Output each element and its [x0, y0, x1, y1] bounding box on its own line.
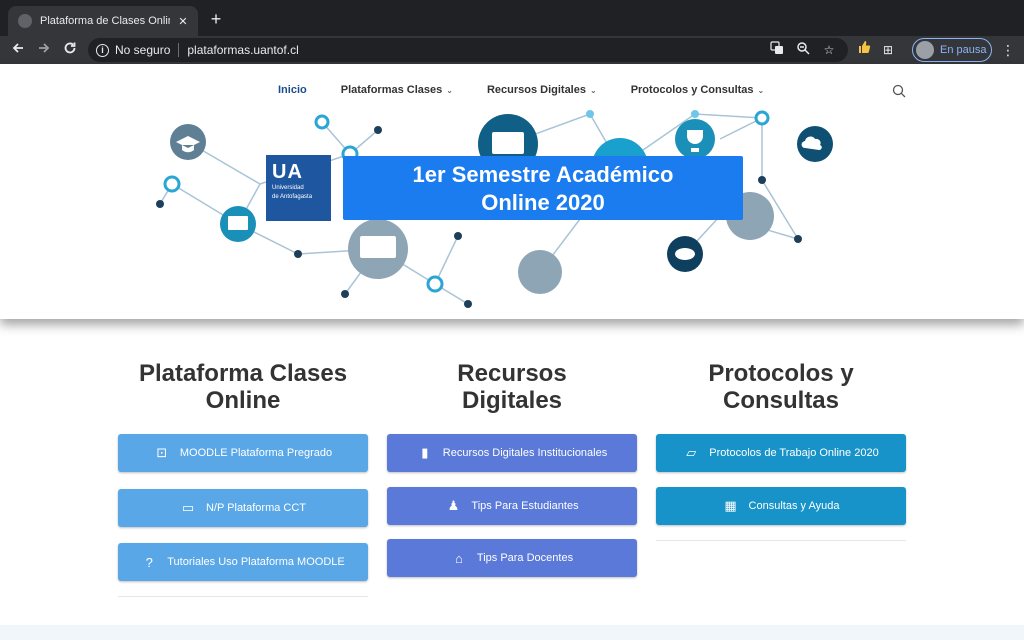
logo-line-1: Universidad — [272, 185, 304, 191]
translate-icon[interactable] — [768, 41, 786, 59]
protocolos-trabajo-button[interactable]: ▱ Protocolos de Trabajo Online 2020 — [656, 434, 906, 472]
graduate-icon: ♟ — [447, 498, 460, 513]
button-label: Recursos Digitales Institucionales — [442, 447, 608, 459]
address-bar[interactable]: i No seguro plataformas.uantof.cl ☆ — [88, 38, 848, 62]
button-label: N/P Plataforma CCT — [205, 502, 307, 514]
security-indicator[interactable]: No seguro — [115, 43, 170, 57]
hero-title-line-2: Online 2020 — [481, 190, 605, 215]
chalkboard-teacher-icon: ⊡ — [156, 445, 168, 460]
tips-docentes-button[interactable]: ⌂ Tips Para Docentes — [387, 539, 637, 577]
column-protocolos-consultas: Protocolos y Consultas ▱ Protocolos de T… — [656, 360, 906, 541]
back-arrow-icon[interactable] — [8, 40, 28, 60]
search-icon[interactable] — [892, 84, 906, 98]
tab-title: Plataforma de Clases Online – U — [40, 15, 170, 27]
avatar — [916, 41, 934, 59]
section-title-line-1: Protocolos y — [708, 360, 854, 387]
globe-icon — [18, 14, 32, 28]
logo-mark: UA — [272, 161, 303, 183]
section-title: Protocolos y Consultas — [656, 360, 906, 416]
url-text[interactable]: plataformas.uantof.cl — [187, 43, 298, 57]
profile-button[interactable]: En pausa — [912, 38, 992, 62]
school-icon: ⌂ — [454, 550, 463, 566]
column-plataforma-clases: Plataforma Clases Online ⊡ MOODLE Plataf… — [118, 360, 368, 597]
chevron-down-icon: ⌄ — [589, 86, 597, 95]
section-title: Recursos Digitales — [387, 360, 637, 416]
thumbs-up-icon[interactable] — [854, 40, 874, 60]
nav-label: Protocolos y Consultas — [630, 84, 754, 96]
browser-tabstrip: Plataforma de Clases Online – U ✕ + — [0, 0, 1024, 36]
chevron-down-icon: ⌄ — [757, 86, 765, 95]
logo-line-2: de Antofagasta — [272, 194, 313, 200]
nav-item-protocolos[interactable]: Protocolos y Consultas ⌄ — [631, 84, 765, 96]
kebab-menu-icon[interactable]: ⋮ — [998, 40, 1018, 60]
hero-banner: 1er Semestre Académico Online 2020 — [343, 156, 743, 220]
university-logo[interactable]: UA Universidad de Antofagasta — [266, 155, 331, 221]
section-title-line-1: Recursos — [457, 360, 567, 387]
main-navigation: Inicio Plataformas Clases ⌄ Recursos Digi… — [278, 84, 798, 96]
button-label: MOODLE Plataforma Pregrado — [179, 447, 333, 459]
info-icon[interactable]: i — [96, 43, 109, 57]
button-label: Tutoriales Uso Plataforma MOODLE — [167, 556, 345, 568]
desktop-icon: ▭ — [181, 500, 195, 515]
section-title-line-2: Digitales — [461, 387, 563, 414]
omnibox-divider — [178, 43, 180, 57]
profile-status: En pausa — [940, 44, 987, 56]
site-header: Inicio Plataformas Clases ⌄ Recursos Digi… — [0, 64, 1024, 319]
tips-estudiantes-button[interactable]: ♟ Tips Para Estudiantes — [387, 487, 637, 525]
nav-label: Inicio — [278, 84, 307, 96]
button-label: Consultas y Ayuda — [748, 500, 840, 512]
question-icon: ? — [145, 554, 153, 570]
column-divider — [118, 596, 368, 597]
nav-item-plataformas[interactable]: Plataformas Clases ⌄ — [341, 84, 453, 96]
chevron-down-icon: ⌄ — [446, 86, 453, 95]
nav-item-inicio[interactable]: Inicio — [278, 84, 307, 96]
fax-icon: ▦ — [724, 498, 737, 513]
new-tab-button[interactable]: + — [206, 9, 226, 29]
browser-tab[interactable]: Plataforma de Clases Online – U ✕ — [8, 6, 198, 36]
close-icon[interactable]: ✕ — [176, 15, 190, 28]
nav-item-recursos[interactable]: Recursos Digitales ⌄ — [487, 84, 597, 96]
button-label: Tips Para Docentes — [476, 552, 574, 564]
tutoriales-moodle-button[interactable]: ? Tutoriales Uso Plataforma MOODLE — [118, 543, 368, 581]
recursos-institucionales-button[interactable]: ▮ Recursos Digitales Institucionales — [387, 434, 637, 472]
folder-open-icon: ▱ — [686, 445, 697, 460]
grid-icon[interactable]: ⊞ — [878, 40, 898, 60]
nav-label: Plataformas Clases — [340, 84, 443, 96]
column-divider — [656, 540, 906, 541]
forward-arrow-icon[interactable] — [34, 40, 54, 60]
button-label: Protocolos de Trabajo Online 2020 — [709, 447, 879, 459]
section-title-line-2: Consultas — [722, 387, 839, 414]
column-recursos-digitales: Recursos Digitales ▮ Recursos Digitales … — [387, 360, 637, 577]
nav-label: Recursos Digitales — [486, 84, 586, 96]
plataforma-cct-button[interactable]: ▭ N/P Plataforma CCT — [118, 489, 368, 527]
zoom-icon[interactable] — [794, 41, 812, 59]
browser-toolbar: i No seguro plataformas.uantof.cl ☆ ⊞ En… — [0, 36, 1024, 64]
consultas-ayuda-button[interactable]: ▦ Consultas y Ayuda — [656, 487, 906, 525]
reload-icon[interactable] — [60, 40, 80, 60]
moodle-pregrado-button[interactable]: ⊡ MOODLE Plataforma Pregrado — [118, 434, 368, 472]
section-title: Plataforma Clases Online — [118, 360, 368, 416]
button-label: Tips Para Estudiantes — [471, 500, 579, 512]
section-title-line-2: Online — [205, 387, 281, 414]
hero-title-line-1: 1er Semestre Académico — [412, 162, 674, 187]
section-title-line-1: Plataforma Clases — [138, 360, 348, 387]
footer-band — [0, 625, 1024, 640]
star-icon[interactable]: ☆ — [820, 41, 838, 59]
book-icon: ▮ — [421, 445, 429, 460]
